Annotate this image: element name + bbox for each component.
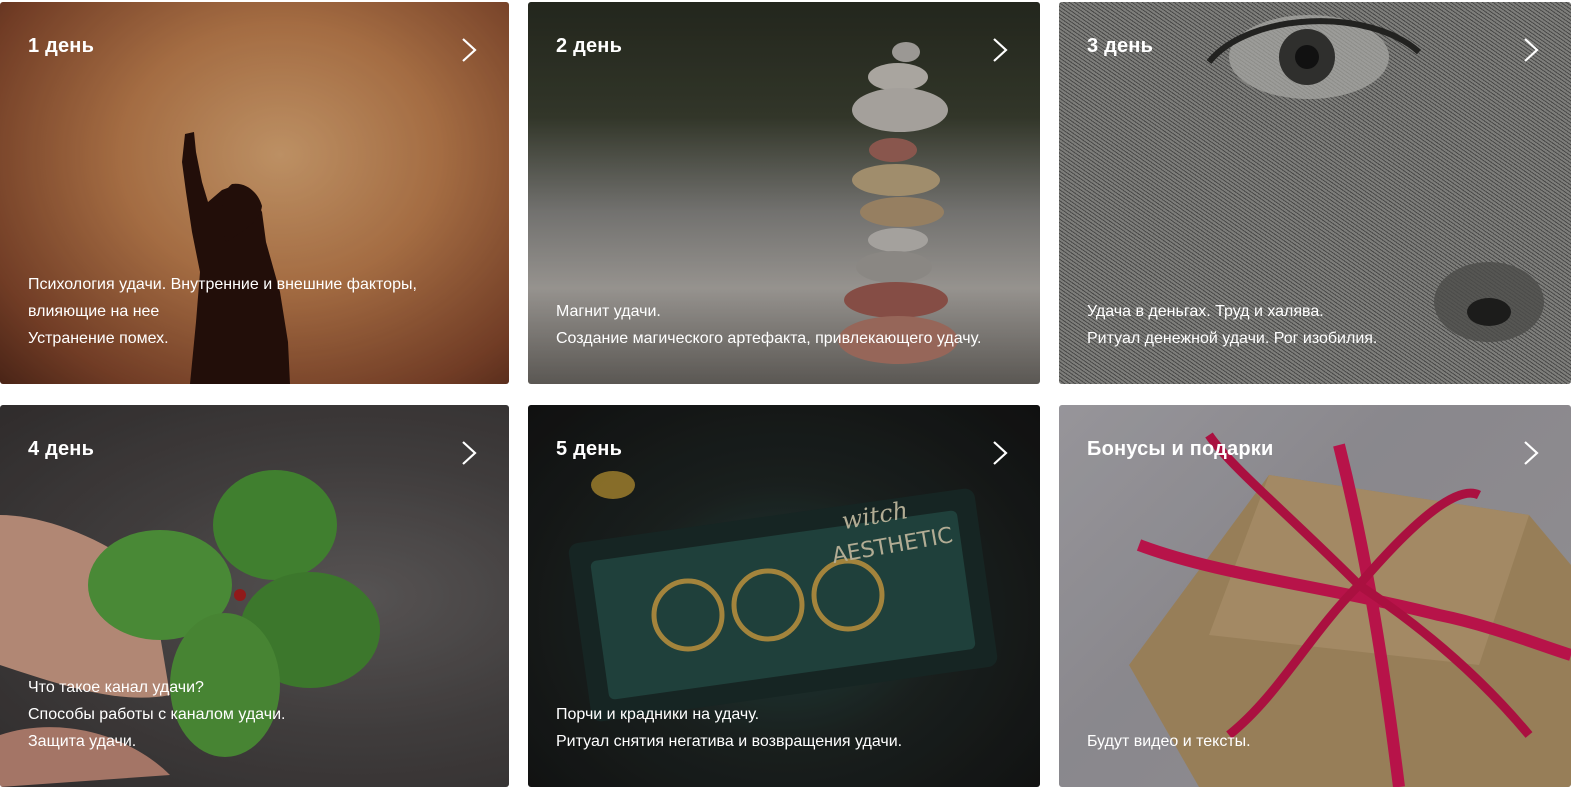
card-description: Что такое канал удачи? Способы работы с … bbox=[28, 674, 489, 755]
card-day-2[interactable]: 2 день Магнит удачи. Создание магическог… bbox=[528, 2, 1040, 384]
description-line: Устранение помех. bbox=[28, 330, 169, 347]
card-bonuses[interactable]: Бонусы и подарки Будут видео и тексты. bbox=[1059, 405, 1571, 787]
card-description: Магнит удачи. Создание магического артеф… bbox=[556, 298, 1020, 352]
card-day-4[interactable]: 4 день Что такое канал удачи? Способы ра… bbox=[0, 405, 509, 787]
card-description: Порчи и крадники на удачу. Ритуал снятия… bbox=[556, 701, 1020, 755]
card-day-1[interactable]: 1 день Психология удачи. Внутренние и вн… bbox=[0, 2, 509, 384]
card-title: Бонусы и подарки bbox=[1087, 438, 1274, 460]
description-line: Защита удачи. bbox=[28, 733, 137, 750]
card-title: 1 день bbox=[28, 35, 95, 57]
description-line: влияющие на нее bbox=[28, 303, 160, 320]
description-line: Магнит удачи. bbox=[556, 303, 661, 320]
description-line: Психология удачи. Внутренние и внешние ф… bbox=[28, 276, 417, 293]
chevron-right-icon[interactable] bbox=[1519, 439, 1543, 467]
description-line: Ритуал снятия негатива и возвращения уда… bbox=[556, 733, 903, 750]
card-title: 5 день bbox=[556, 438, 623, 460]
description-line: Создание магического артефакта, привлека… bbox=[556, 330, 982, 347]
card-description: Психология удачи. Внутренние и внешние ф… bbox=[28, 271, 489, 352]
chevron-right-icon[interactable] bbox=[457, 36, 481, 64]
description-line: Будут видео и тексты. bbox=[1087, 733, 1251, 750]
card-description: Будут видео и тексты. bbox=[1087, 728, 1551, 755]
chevron-right-icon[interactable] bbox=[988, 439, 1012, 467]
chevron-right-icon[interactable] bbox=[988, 36, 1012, 64]
description-line: Способы работы с каналом удачи. bbox=[28, 706, 286, 723]
card-title: 3 день bbox=[1087, 35, 1154, 57]
description-line: Порчи и крадники на удачу. bbox=[556, 706, 760, 723]
card-day-3[interactable]: 3 день Удача в деньгах. Труд и халява. Р… bbox=[1059, 2, 1571, 384]
card-title: 4 день bbox=[28, 438, 95, 460]
card-day-5[interactable]: witch AESTHETIC 5 день Порчи и крадники … bbox=[528, 405, 1040, 787]
description-line: Что такое канал удачи? bbox=[28, 679, 204, 696]
description-line: Удача в деньгах. Труд и халява. bbox=[1087, 303, 1324, 320]
card-title: 2 день bbox=[556, 35, 623, 57]
chevron-right-icon[interactable] bbox=[1519, 36, 1543, 64]
course-days-grid: 1 день Психология удачи. Внутренние и вн… bbox=[0, 0, 1571, 791]
card-description: Удача в деньгах. Труд и халява. Ритуал д… bbox=[1087, 298, 1551, 352]
description-line: Ритуал денежной удачи. Рог изобилия. bbox=[1087, 330, 1378, 347]
chevron-right-icon[interactable] bbox=[457, 439, 481, 467]
